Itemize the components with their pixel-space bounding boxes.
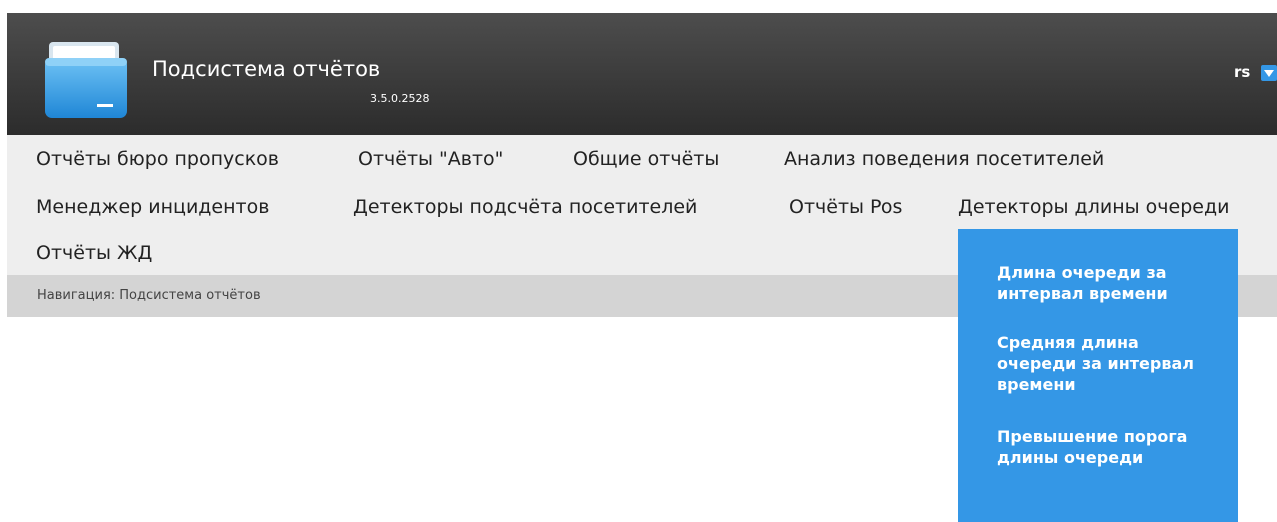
menu-item-incident-manager[interactable]: Менеджер инцидентов [36,196,269,218]
menu-item-railway-reports[interactable]: Отчёты ЖД [36,242,152,264]
app-version: 3.5.0.2528 [370,92,430,105]
menu-item-pass-office-reports[interactable]: Отчёты бюро пропусков [36,148,279,170]
dropdown-item-queue-threshold-exceeded[interactable]: Превышение порога длины очереди [997,426,1217,468]
dropdown-item-average-queue-length[interactable]: Средняя длина очереди за интервал времен… [997,332,1217,395]
app-title: Подсистема отчётов [152,57,381,81]
breadcrumb-text: Навигация: Подсистема отчётов [37,288,261,303]
user-menu-chevron-down-icon[interactable] [1261,65,1277,81]
menu-item-queue-length-detectors[interactable]: Детекторы длины очереди [958,196,1229,218]
folder-logo-icon [45,42,127,118]
menu-item-visitor-behavior-analysis[interactable]: Анализ поведения посетителей [784,148,1104,170]
dropdown-item-queue-length-interval[interactable]: Длина очереди за интервал времени [997,262,1217,304]
menu-item-general-reports[interactable]: Общие отчёты [573,148,719,170]
menu-item-auto-reports[interactable]: Отчёты "Авто" [358,148,503,170]
app-header: Подсистема отчётов 3.5.0.2528 rs [7,13,1277,135]
user-name[interactable]: rs [1234,63,1250,81]
queue-length-dropdown: Длина очереди за интервал времени Средня… [958,229,1238,522]
menu-item-pos-reports[interactable]: Отчёты Pos [789,196,902,218]
menu-item-visitor-counting-detectors[interactable]: Детекторы подсчёта посетителей [353,196,697,218]
